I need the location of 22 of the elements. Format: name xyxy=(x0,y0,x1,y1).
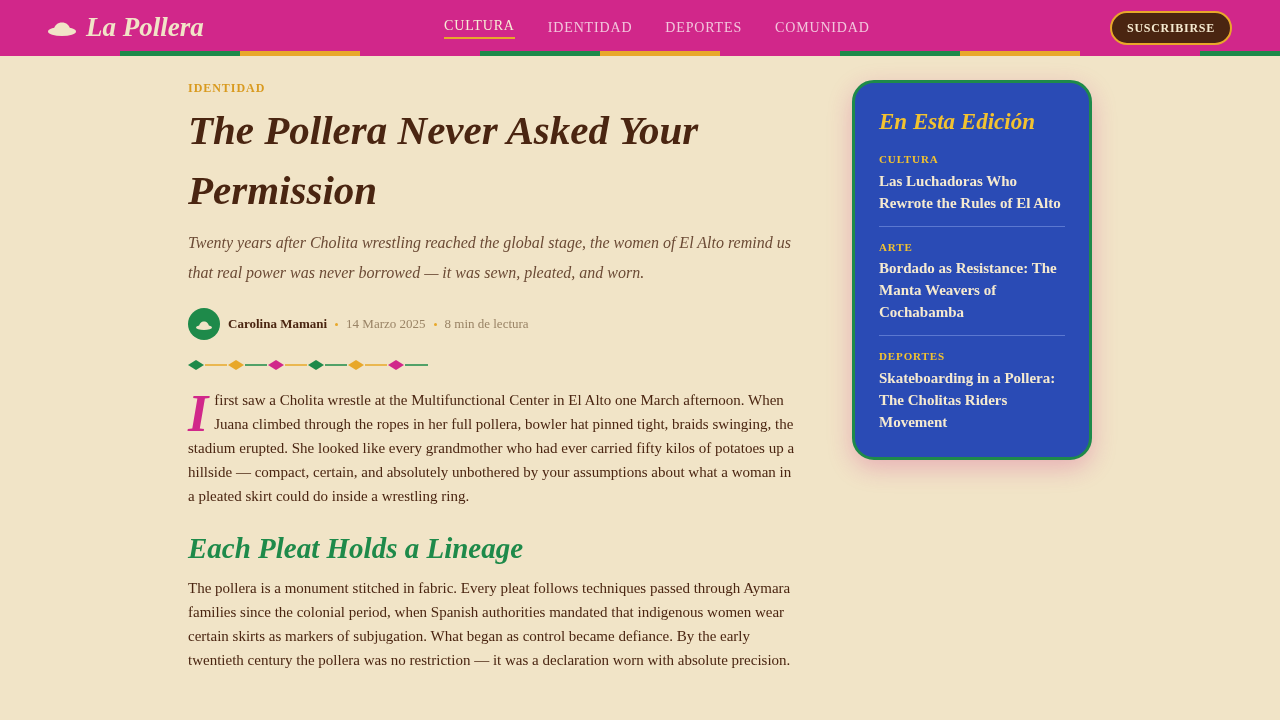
section-heading: Each Pleat Holds a Lineage xyxy=(188,531,525,566)
article-link[interactable]: Skateboarding in a Pollera: The Cholitas Riders Movement xyxy=(879,366,1065,433)
subscribe-button[interactable]: SUSCRIBIRSE xyxy=(1110,10,1232,45)
nav-link[interactable]: IDENTIDAD xyxy=(547,16,633,41)
article-paragraph: The pollera is a monument stitched in fabric. Every pleat follows techniques passed through Aymara families since the colonial period, when Spanish authorities mandated that indigenous women wear certain skirts as markers of subjugation. What began as control became defiance. By the early twentieth century the pollera was no restriction — it was a declaration worn with absolute precision. xyxy=(188,579,792,670)
nav-link[interactable]: CULTURA xyxy=(444,14,515,39)
item-category: CULTURA xyxy=(879,152,940,167)
reading-time: 8 min de lectura xyxy=(444,315,529,334)
nav-link[interactable]: DEPORTES xyxy=(665,16,742,41)
nav-link[interactable]: COMUNIDAD xyxy=(775,16,870,41)
article-link[interactable]: Bordado as Resistance: The Manta Weavers of Cochabamba xyxy=(879,257,1065,323)
logo[interactable]: La Pollera xyxy=(86,14,204,41)
article-link[interactable]: Las Luchadoras Who Rewrote the Rules of El Alto xyxy=(879,169,1065,214)
article-subtitle: Twenty years after Cholita wrestling reached the global stage, the women of El Alto remind us that real power was never borrowed — it was sewn, pleated, and worn. xyxy=(188,233,792,284)
avatar-icon xyxy=(188,308,220,340)
category-label: IDENTIDAD xyxy=(188,81,267,95)
item-category: ARTE xyxy=(879,239,914,255)
author-name: Carolina Mamani xyxy=(228,315,328,334)
article-title: The Pollera Never Asked Your Permission xyxy=(188,106,700,215)
item-category: DEPORTES xyxy=(879,349,946,364)
sidebar-title: En Esta Edición xyxy=(879,108,1036,136)
publish-date: 14 Marzo 2025 xyxy=(346,315,426,334)
